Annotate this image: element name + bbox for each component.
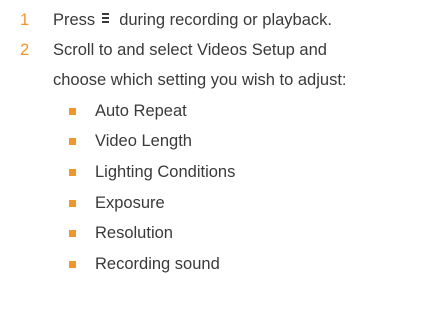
step-text: Press during recording or playback.	[53, 5, 332, 35]
step-text-after-icon: during recording or playback.	[119, 11, 332, 29]
step-number: 1	[20, 11, 30, 29]
setting-label: Auto Repeat	[95, 102, 187, 120]
setting-label: Resolution	[95, 224, 173, 242]
bullet-icon	[69, 108, 76, 115]
step-number: 2	[20, 41, 30, 59]
step-text-before-icon: Press	[53, 11, 96, 29]
step-text-line-2: choose which setting you wish to adjust:	[53, 71, 347, 89]
bullet-icon	[69, 169, 76, 176]
bullet-icon	[69, 261, 76, 268]
bullet-icon	[69, 138, 76, 145]
bullet-icon	[69, 200, 76, 207]
menu-icon	[99, 12, 113, 26]
bullet-icon	[69, 230, 76, 237]
setting-label: Video Length	[95, 132, 192, 150]
setting-label: Recording sound	[95, 255, 220, 273]
step-text-line-1: Scroll to and select Videos Setup and	[53, 41, 327, 59]
setting-label: Exposure	[95, 194, 165, 212]
setting-label: Lighting Conditions	[95, 163, 236, 181]
